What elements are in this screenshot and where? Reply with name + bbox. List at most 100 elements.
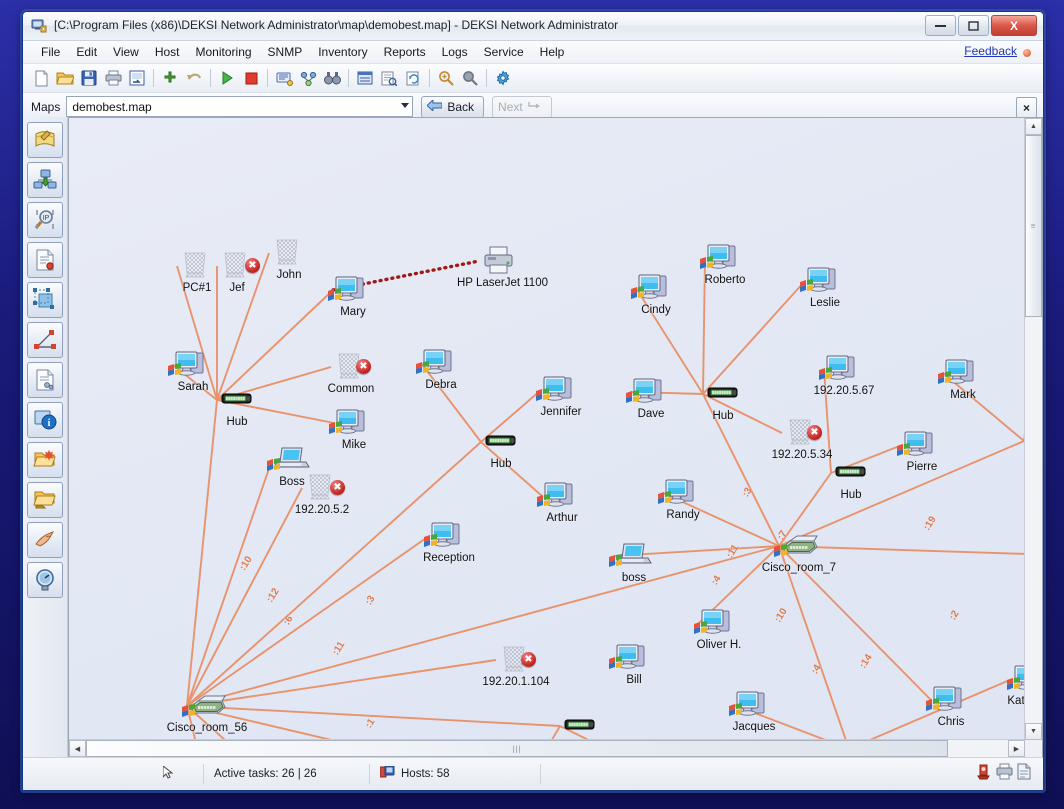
map-node[interactable]: Chris xyxy=(909,683,993,728)
map-node[interactable]: Leslie xyxy=(783,264,867,309)
map-node[interactable]: Cisco_room_7 xyxy=(757,529,841,574)
scroll-down-arrow[interactable]: ▼ xyxy=(1025,723,1042,740)
map-node[interactable]: Hub xyxy=(538,709,622,740)
map-node-label: Cindy xyxy=(641,304,671,316)
ip-scan-icon[interactable]: IP xyxy=(27,202,63,238)
map-node[interactable]: 192.20.5.67 xyxy=(802,352,886,397)
menu-item-help[interactable]: Help xyxy=(532,43,573,61)
undo-arrow-icon[interactable] xyxy=(182,66,206,90)
map-select[interactable]: demobest.map xyxy=(66,96,414,117)
map-node[interactable]: boss xyxy=(592,539,676,584)
windows-flag-icon xyxy=(609,554,622,567)
map-node[interactable]: Hub xyxy=(1002,424,1025,469)
horizontal-scroll-thumb[interactable]: ||| xyxy=(86,740,948,757)
map-node[interactable]: Katherine xyxy=(990,662,1025,707)
map-node-label: Roberto xyxy=(704,274,746,286)
back-button[interactable]: Back xyxy=(421,95,485,118)
preview-icon[interactable] xyxy=(377,66,401,90)
scroll-up-arrow[interactable]: ▲ xyxy=(1025,118,1042,135)
pc-icon xyxy=(700,241,747,275)
report-icon[interactable] xyxy=(1017,763,1031,785)
network-map-canvas[interactable]: PC#1 ✖ Jef John Mary HP LaserJet 1100 Ci… xyxy=(69,118,1025,740)
select-area-icon[interactable] xyxy=(27,282,63,318)
start-play-icon[interactable] xyxy=(215,66,239,90)
zoom-out-icon[interactable] xyxy=(458,66,482,90)
next-button[interactable]: Next xyxy=(492,95,552,118)
add-plus-icon[interactable] xyxy=(158,66,182,90)
open-folder-icon[interactable] xyxy=(53,66,77,90)
info-icon[interactable]: i xyxy=(27,402,63,438)
map-node[interactable]: ✖ 192.20.1.104 xyxy=(474,643,558,688)
gauge-monitor-icon[interactable] xyxy=(27,562,63,598)
export-report-icon[interactable] xyxy=(125,66,149,90)
scan-network-icon[interactable] xyxy=(272,66,296,90)
pc-icon xyxy=(537,479,584,513)
stop-square-icon[interactable] xyxy=(239,66,263,90)
map-node[interactable]: ✖ 192.20.5.34 xyxy=(760,416,844,461)
map-node[interactable]: ✖ Common xyxy=(309,350,393,395)
map-link[interactable] xyxy=(186,399,218,707)
new-document-icon[interactable] xyxy=(29,66,53,90)
close-button[interactable]: X xyxy=(991,15,1037,36)
map-link-label: :1 xyxy=(363,716,378,731)
refresh-page-icon[interactable] xyxy=(401,66,425,90)
map-node[interactable]: Bill xyxy=(592,641,676,686)
maximize-button[interactable] xyxy=(958,15,989,36)
save-disk-icon[interactable] xyxy=(77,66,101,90)
scroll-right-arrow[interactable]: ▶ xyxy=(1008,740,1025,757)
gear-settings-icon[interactable] xyxy=(491,66,515,90)
map-node[interactable]: Reception xyxy=(407,519,491,564)
map-node[interactable]: ✖ 192.20.5.2 xyxy=(280,471,364,516)
minimize-button[interactable] xyxy=(925,15,956,36)
edit-map-icon[interactable] xyxy=(27,122,63,158)
horizontal-scrollbar[interactable]: ◀ ||| ▶ xyxy=(69,739,1025,757)
map-link[interactable] xyxy=(186,459,273,707)
open-group-icon[interactable] xyxy=(27,482,63,518)
close-map-button[interactable]: × xyxy=(1016,97,1037,118)
alert-icon[interactable] xyxy=(975,763,992,785)
map-node[interactable]: Jacques xyxy=(712,688,796,733)
print-icon[interactable] xyxy=(101,66,125,90)
map-node[interactable]: Hub xyxy=(809,456,893,501)
map-node[interactable]: Oliver H. xyxy=(677,606,761,651)
document-settings-icon[interactable] xyxy=(27,362,63,398)
map-node[interactable]: Cisco_room_56 xyxy=(165,689,249,734)
vertical-scrollbar[interactable]: ▲ ≡ ▼ xyxy=(1024,118,1042,740)
zoom-in-icon[interactable] xyxy=(434,66,458,90)
menu-item-inventory[interactable]: Inventory xyxy=(310,43,375,61)
menu-item-logs[interactable]: Logs xyxy=(434,43,476,61)
menu-item-snmp[interactable]: SNMP xyxy=(260,43,311,61)
map-node[interactable]: HP LaserJet 1100 xyxy=(457,244,548,289)
menu-item-monitoring[interactable]: Monitoring xyxy=(188,43,260,61)
map-link[interactable] xyxy=(186,535,430,707)
map-node[interactable]: Arthur xyxy=(520,479,604,524)
printer-icon[interactable] xyxy=(996,763,1013,785)
vertical-scroll-thumb[interactable]: ≡ xyxy=(1025,135,1042,317)
map-node[interactable]: Mary xyxy=(311,273,395,318)
map-node[interactable]: Hub xyxy=(681,377,765,422)
map-node[interactable]: Debra xyxy=(399,346,483,391)
map-node[interactable]: Randy xyxy=(641,476,725,521)
menu-item-view[interactable]: View xyxy=(105,43,147,61)
document-properties-icon[interactable] xyxy=(27,242,63,278)
map-link[interactable] xyxy=(186,487,303,707)
menu-item-reports[interactable]: Reports xyxy=(376,43,434,61)
add-device-icon[interactable] xyxy=(27,162,63,198)
feedback-link[interactable]: Feedback xyxy=(964,44,1017,58)
menu-item-service[interactable]: Service xyxy=(476,43,532,61)
menu-item-host[interactable]: Host xyxy=(147,43,188,61)
scroll-left-arrow[interactable]: ◀ xyxy=(69,740,86,757)
menu-item-file[interactable]: File xyxy=(33,43,68,61)
draw-link-icon[interactable] xyxy=(27,322,63,358)
network-tree-icon[interactable] xyxy=(296,66,320,90)
map-node[interactable]: Hub xyxy=(459,425,543,470)
binoculars-find-icon[interactable] xyxy=(320,66,344,90)
map-node[interactable]: Mark xyxy=(921,356,1005,401)
pointer-hand-icon[interactable] xyxy=(27,522,63,558)
menu-item-edit[interactable]: Edit xyxy=(68,43,105,61)
map-node[interactable]: Hub xyxy=(195,383,279,428)
new-folder-icon[interactable] xyxy=(27,442,63,478)
map-node[interactable]: Jennifer xyxy=(519,373,603,418)
window-list-icon[interactable] xyxy=(353,66,377,90)
map-node[interactable]: Roberto xyxy=(683,241,767,286)
